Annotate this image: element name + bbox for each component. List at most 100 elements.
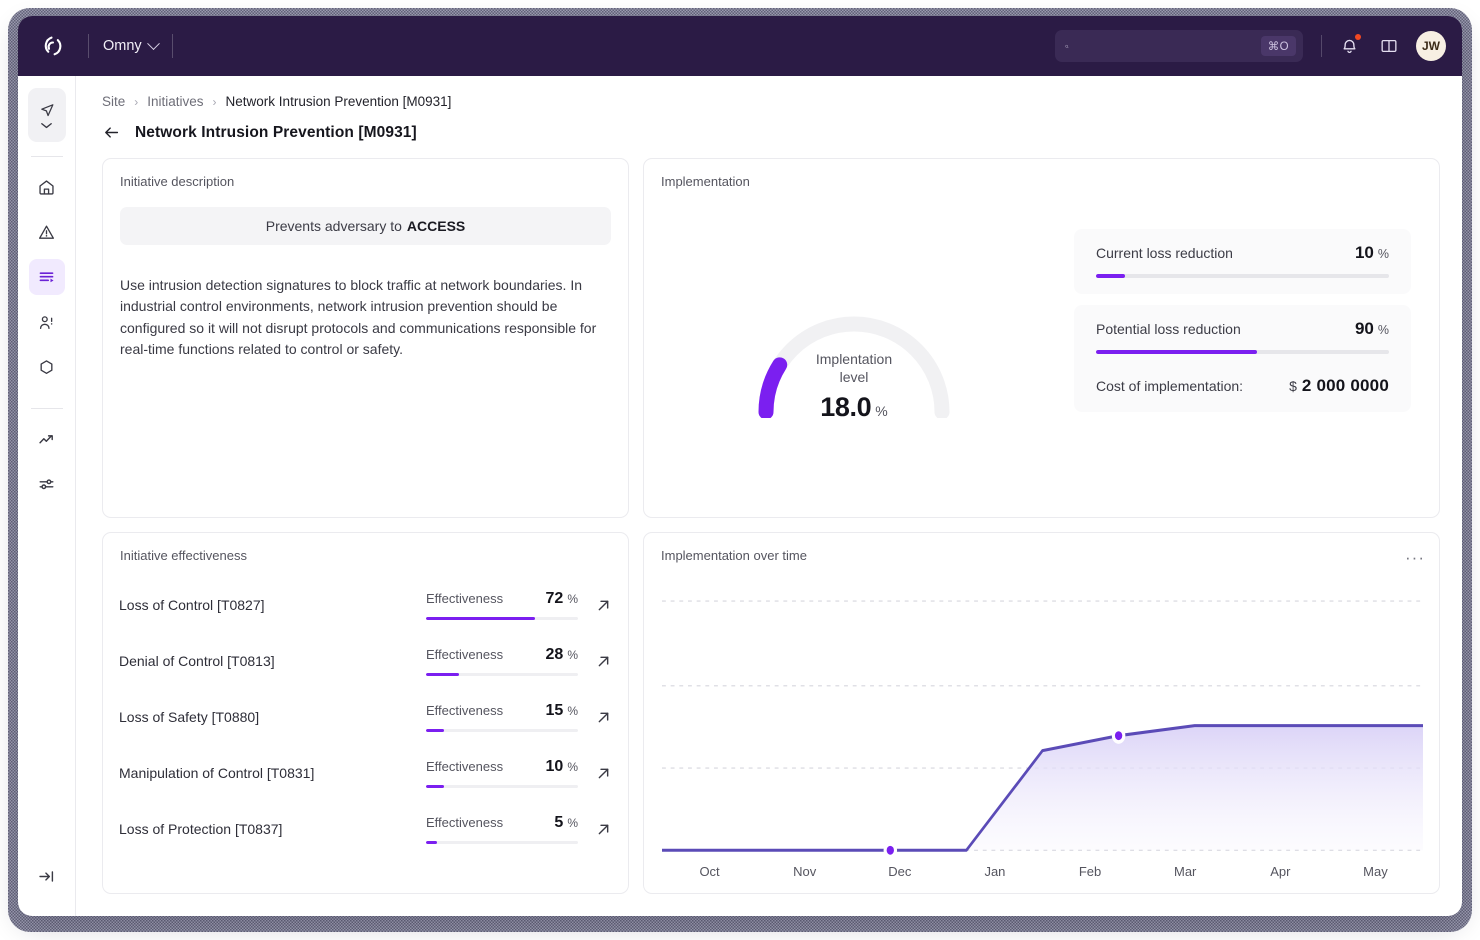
- chart-x-tick: Jan: [984, 864, 1006, 879]
- gauge-label-line2: level: [839, 369, 869, 386]
- effectiveness-row[interactable]: Loss of Control [T0827] Effectiveness 72%: [103, 577, 628, 633]
- effectiveness-metric-label: Effectiveness: [426, 646, 504, 662]
- breadcrumb-separator: ›: [212, 94, 217, 109]
- effectiveness-list: Loss of Control [T0827] Effectiveness 72% D…: [103, 577, 628, 857]
- effectiveness-open-link[interactable]: [578, 821, 612, 838]
- stat-value: 90: [1354, 319, 1374, 338]
- effectiveness-metric-label: Effectiveness: [426, 702, 504, 718]
- divider: [1321, 35, 1322, 57]
- sidebar-item-initiatives[interactable]: [28, 259, 65, 295]
- effectiveness-row-name: Loss of Safety [T0880]: [119, 709, 260, 725]
- initiative-effectiveness-card: Initiative effectiveness Loss of Control…: [102, 532, 629, 894]
- divider: [88, 34, 89, 58]
- docs-button[interactable]: [1376, 33, 1402, 59]
- sliders-icon: [39, 478, 54, 489]
- sidebar: [18, 76, 76, 916]
- stat-label: Potential loss reduction: [1096, 321, 1241, 337]
- gauge-label: Implentation level: [753, 350, 955, 386]
- effectiveness-open-link[interactable]: [578, 709, 612, 726]
- effectiveness-row[interactable]: Loss of Protection [T0837] Effectiveness 5…: [103, 801, 628, 857]
- implementation-card: Implementation Implentation level 18.0 %…: [643, 158, 1440, 518]
- effectiveness-open-link[interactable]: [578, 597, 612, 614]
- gauge-label-line1: Implentation: [815, 351, 893, 367]
- effectiveness-value: 28: [545, 645, 564, 663]
- card-title: Implementation: [661, 174, 750, 189]
- omny-logo[interactable]: [32, 33, 74, 59]
- chart-x-tick: Nov: [793, 864, 817, 879]
- sidebar-expand[interactable]: [29, 858, 65, 894]
- effectiveness-unit: %: [567, 759, 578, 774]
- sidebar-item-home[interactable]: [29, 169, 65, 205]
- loss-reduction-stats: Current loss reduction 10 % Potential lo…: [1064, 189, 1439, 507]
- effectiveness-row-name: Loss of Protection [T0837]: [119, 821, 283, 837]
- arrow-up-right-icon: [598, 712, 609, 722]
- expand-panel-icon: [39, 870, 54, 882]
- cost-amount: 2 000 0000: [1301, 376, 1389, 395]
- avatar[interactable]: JW: [1416, 31, 1446, 61]
- progress-fill: [1096, 350, 1258, 354]
- cost-of-implementation-row: Cost of implementation: $ 2 000 0000: [1096, 376, 1389, 396]
- effectiveness-row-name: Loss of Control [T0827]: [119, 597, 265, 613]
- sidebar-item-settings[interactable]: [29, 466, 65, 502]
- cost-label: Cost of implementation:: [1096, 378, 1244, 394]
- effectiveness-fill: [426, 840, 437, 845]
- notifications-button[interactable]: [1336, 33, 1362, 59]
- divider: [30, 408, 63, 409]
- effectiveness-meter: Effectiveness 28%: [426, 646, 578, 677]
- breadcrumb-separator: ›: [134, 94, 139, 109]
- breadcrumb-initiatives[interactable]: Initiatives: [147, 94, 203, 109]
- org-switcher[interactable]: Omny: [103, 36, 160, 54]
- effectiveness-meter: Effectiveness 10%: [426, 758, 578, 789]
- arrow-up-right-icon: [598, 768, 609, 778]
- effectiveness-value: 5: [554, 813, 564, 831]
- effectiveness-row[interactable]: Loss of Safety [T0880] Effectiveness 15%: [103, 689, 628, 745]
- card-title: Initiative effectiveness: [120, 548, 247, 563]
- breadcrumb: Site › Initiatives › Network Intrusion P…: [102, 94, 1440, 109]
- back-button[interactable]: [102, 123, 121, 142]
- hexagon-icon: [40, 359, 53, 374]
- potential-loss-reduction-stat: Potential loss reduction 90 % Cost of im…: [1074, 305, 1411, 412]
- sidebar-item-people[interactable]: [29, 304, 65, 340]
- page-title: Network Intrusion Prevention [M0931]: [135, 123, 417, 141]
- nav-explore[interactable]: [27, 88, 66, 142]
- card-title: Implementation over time: [661, 548, 807, 563]
- alert-triangle-icon: [38, 225, 55, 239]
- navigation-icon: [40, 103, 53, 116]
- bell-icon: [1343, 39, 1355, 53]
- dashboard-grid: Initiative description Prevents adversar…: [102, 158, 1440, 894]
- sidebar-item-alerts[interactable]: [29, 214, 65, 250]
- chart-x-axis: Oct Nov Dec Jan Feb Mar Apr May: [662, 864, 1423, 879]
- effectiveness-row[interactable]: Manipulation of Control [T0831] Effective…: [103, 745, 628, 801]
- arrow-up-right-icon: [598, 656, 609, 666]
- effectiveness-open-link[interactable]: [578, 653, 612, 670]
- chevron-down-icon: [41, 122, 52, 128]
- chart-x-tick: Apr: [1270, 864, 1291, 879]
- effectiveness-open-link[interactable]: [578, 765, 612, 782]
- chart-marker: [886, 845, 894, 855]
- breadcrumb-site[interactable]: Site: [102, 94, 125, 109]
- effectiveness-value: 15: [545, 701, 564, 719]
- effectiveness-metric-label: Effectiveness: [426, 590, 504, 606]
- ellipsis-icon[interactable]: ···: [1405, 549, 1425, 566]
- cost-currency: $: [1289, 378, 1297, 394]
- implementation-over-time-card: Implementation over time ··· Oct Nov Dec…: [643, 532, 1440, 894]
- gauge-value-group: 18.0%: [753, 392, 955, 423]
- search-input[interactable]: [1076, 38, 1253, 54]
- implementation-gauge: Implentation level 18.0%: [753, 308, 955, 422]
- prevents-adversary-pill: Prevents adversary to ACCESS: [120, 207, 611, 245]
- notification-badge-dot: [1355, 34, 1361, 40]
- sidebar-item-trends[interactable]: [29, 421, 65, 457]
- search-bar[interactable]: ⌘O: [1055, 30, 1303, 62]
- chevron-down-icon: [146, 36, 160, 50]
- divider: [30, 156, 63, 157]
- effectiveness-track: [426, 728, 578, 733]
- stat-row: Current loss reduction 10 %: [1096, 243, 1389, 263]
- progress-fill: [1096, 274, 1126, 278]
- sidebar-item-assets[interactable]: [29, 349, 65, 385]
- chart-x-tick: Mar: [1173, 864, 1197, 879]
- effectiveness-row-name: Manipulation of Control [T0831]: [119, 765, 315, 781]
- effectiveness-fill: [426, 672, 460, 677]
- top-bar: Omny ⌘O JW: [18, 16, 1462, 76]
- effectiveness-row[interactable]: Denial of Control [T0813] Effectiveness 28…: [103, 633, 628, 689]
- effectiveness-unit: %: [567, 815, 578, 830]
